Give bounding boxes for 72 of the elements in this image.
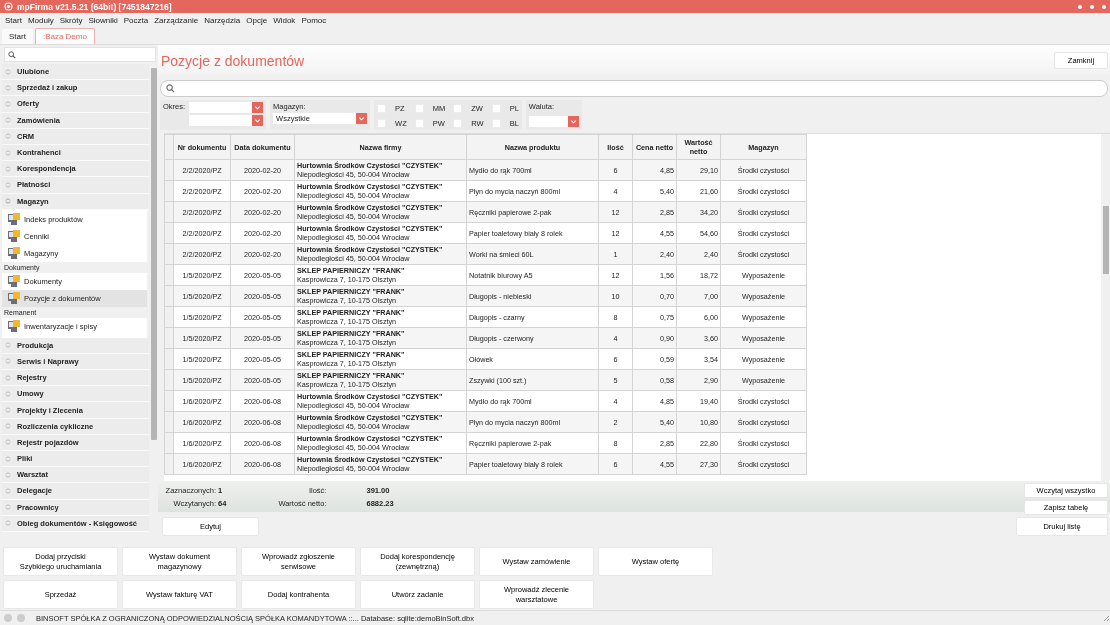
scrollbar[interactable] [1101,134,1110,481]
box-icon [7,212,21,227]
menu-item[interactable]: Opcje [243,16,271,25]
search-icon [166,84,175,93]
expand-icon [5,181,11,188]
menu-item[interactable]: Słowniki [85,16,121,25]
menu-item[interactable]: Poczta [120,16,152,25]
expand-icon [5,117,11,124]
row-header[interactable] [164,432,174,454]
expand-icon [5,455,11,462]
box-icon [7,319,21,334]
menu-item[interactable]: Start [2,16,25,25]
menu-item[interactable]: Narzędzia [201,16,244,25]
expand-icon [5,423,11,430]
resize-grip-icon[interactable] [1102,614,1110,622]
row-header[interactable] [164,243,174,265]
expand-icon [5,198,11,205]
tab[interactable]: :Baza Demo [34,28,95,44]
menu-item[interactable]: Skróty [56,16,86,25]
search-field[interactable] [4,47,156,62]
expand-icon [5,358,11,365]
row-header[interactable] [164,201,174,223]
expand-icon [5,68,11,75]
expand-icon [5,439,11,446]
dropdown[interactable] [528,116,579,127]
row-header[interactable] [164,348,174,370]
row-header[interactable] [164,180,174,202]
row-header[interactable] [164,369,174,391]
expand-icon [5,165,11,172]
row-header[interactable] [164,390,174,412]
menu-item[interactable]: Widok [270,16,299,25]
search-icon [8,50,16,59]
window-title: mpFirma v21.5.21 (64bit) [7451847216] [17,1,172,12]
expand-icon [5,390,11,397]
page-title: Pozycje z dokumentów [161,52,305,69]
chevron-down-icon [356,113,368,124]
row-header[interactable] [164,222,174,244]
menu-item[interactable]: Moduły [24,16,57,25]
expand-icon [5,407,11,414]
dropdown[interactable] [189,102,264,113]
row-header[interactable] [164,411,174,433]
chevron-down-icon [252,102,264,113]
status-light-icon [17,614,25,622]
row-header[interactable] [164,453,174,475]
box-icon [7,291,21,306]
expand-icon [5,374,11,381]
status-light-icon [4,614,12,622]
search-field[interactable] [160,80,1108,97]
row-header[interactable] [164,306,174,328]
expand-icon [5,342,11,349]
expand-icon [5,487,11,494]
box-icon [7,229,21,244]
menu-item[interactable]: Zarządzanie [151,16,202,25]
expand-icon [5,504,11,511]
row-header[interactable] [164,264,174,286]
expand-icon [5,520,11,527]
chevron-down-icon [567,116,579,127]
menu-item[interactable]: Pomoc [298,16,330,25]
box-icon [7,246,21,261]
chevron-down-icon [252,115,264,126]
expand-icon [5,100,11,107]
expand-icon [5,84,11,91]
menu-dot-icon[interactable] [1078,4,1082,9]
row-header[interactable] [164,285,174,307]
dropdown[interactable] [189,115,264,126]
expand-icon [5,471,11,478]
row-header[interactable] [164,159,174,181]
tab[interactable]: Start [2,29,33,44]
box-icon [7,274,21,289]
expand-icon [5,149,11,156]
row-header[interactable] [164,327,174,349]
expand-icon [5,133,11,140]
